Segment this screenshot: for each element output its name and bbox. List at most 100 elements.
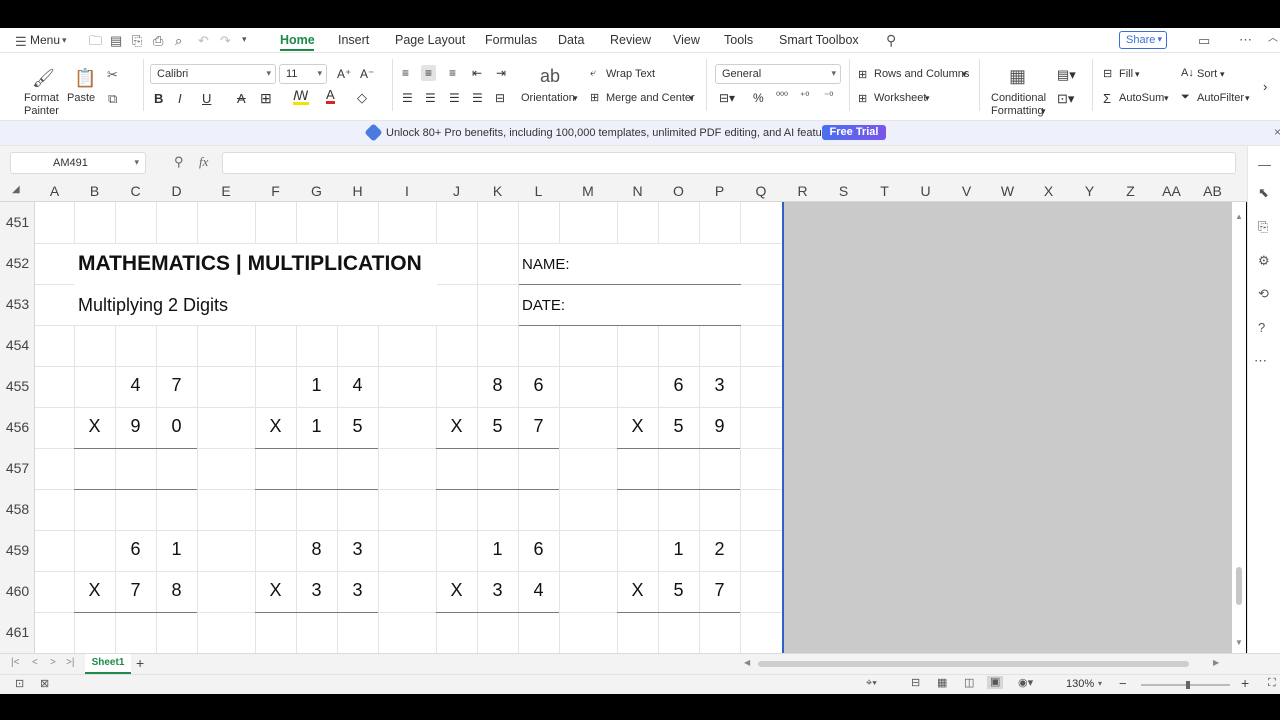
name-box[interactable]: AM491 ▾ bbox=[10, 152, 146, 174]
sort-button[interactable]: Sort bbox=[1197, 68, 1217, 80]
fullscreen-icon[interactable]: ⛶ bbox=[1268, 677, 1276, 690]
fx-icon[interactable]: fx bbox=[199, 154, 208, 170]
tab-tools[interactable]: Tools bbox=[724, 33, 753, 47]
autofilter-button[interactable]: AutoFilter bbox=[1197, 92, 1244, 104]
column-header-h[interactable]: H bbox=[337, 180, 378, 202]
scroll-right-icon[interactable]: ▶ bbox=[1213, 658, 1219, 667]
close-banner-icon[interactable]: × bbox=[1274, 125, 1280, 139]
thousands-icon[interactable]: ⁰⁰⁰ bbox=[776, 91, 788, 102]
tab-review[interactable]: Review bbox=[610, 33, 651, 47]
column-header-y[interactable]: Y bbox=[1069, 180, 1110, 202]
percent-icon[interactable]: % bbox=[753, 91, 764, 105]
cell-style-icon[interactable]: ▤▾ bbox=[1057, 67, 1076, 83]
tab-smart-toolbox[interactable]: Smart Toolbox bbox=[779, 33, 859, 47]
zoom-out-icon[interactable]: − bbox=[1119, 676, 1127, 691]
clear-format-icon[interactable]: ◇ bbox=[357, 90, 367, 106]
column-header-aa[interactable]: AA bbox=[1151, 180, 1192, 202]
bold-icon[interactable]: B bbox=[154, 91, 163, 106]
free-trial-button[interactable]: Free Trial bbox=[822, 125, 886, 140]
distributed-icon[interactable]: ⊟ bbox=[495, 91, 505, 105]
export-icon[interactable]: ⎘ bbox=[1258, 220, 1268, 233]
tab-home[interactable]: Home bbox=[280, 33, 315, 47]
align-middle-icon[interactable]: ≡ bbox=[421, 65, 437, 81]
cursor-mode-icon[interactable]: ⌖▾ bbox=[866, 678, 877, 689]
row-header-453[interactable]: 453 bbox=[0, 284, 35, 325]
column-header-q[interactable]: Q bbox=[740, 180, 782, 202]
borders-icon[interactable]: ⊞ bbox=[260, 90, 272, 107]
page-layout-view-icon[interactable]: ◫ bbox=[964, 678, 974, 689]
rows-columns-button[interactable]: Rows and Columns bbox=[874, 68, 969, 80]
search-icon[interactable]: ⚲ bbox=[886, 33, 896, 47]
column-header-e[interactable]: E bbox=[197, 180, 255, 202]
macro-icon[interactable]: ⊠ bbox=[40, 679, 49, 690]
column-header-x[interactable]: X bbox=[1028, 180, 1069, 202]
column-header-t[interactable]: T bbox=[864, 180, 905, 202]
column-header-ab[interactable]: AB bbox=[1192, 180, 1233, 202]
row-header-451[interactable]: 451 bbox=[0, 202, 35, 243]
column-header-g[interactable]: G bbox=[296, 180, 337, 202]
wrap-text-button[interactable]: Wrap Text bbox=[606, 68, 655, 80]
row-header-461[interactable]: 461 bbox=[0, 612, 35, 653]
column-header-o[interactable]: O bbox=[658, 180, 699, 202]
font-size-select[interactable]: 11 ▾ bbox=[279, 64, 327, 84]
next-sheet-icon[interactable]: > bbox=[50, 657, 56, 668]
column-header-i[interactable]: I bbox=[378, 180, 436, 202]
vertical-scrollbar[interactable]: ▲ ▼ bbox=[1232, 202, 1246, 653]
row-header-456[interactable]: 456 bbox=[0, 407, 35, 448]
fill-color-icon[interactable]: ꟿ bbox=[293, 89, 309, 105]
column-header-m[interactable]: M bbox=[559, 180, 617, 202]
hamburger-icon[interactable]: ☰ bbox=[15, 35, 27, 48]
scroll-up-icon[interactable]: ▲ bbox=[1235, 212, 1243, 221]
number-format-select[interactable]: General ▾ bbox=[715, 64, 841, 84]
column-header-u[interactable]: U bbox=[905, 180, 946, 202]
normal-view-icon[interactable]: ▦ bbox=[937, 678, 947, 689]
scroll-down-icon[interactable]: ▼ bbox=[1235, 638, 1243, 647]
row-header-459[interactable]: 459 bbox=[0, 530, 35, 571]
more-icon[interactable]: ⋯ bbox=[1254, 354, 1267, 367]
tab-page-layout[interactable]: Page Layout bbox=[395, 33, 465, 47]
copy-icon[interactable]: ⧉ bbox=[108, 92, 117, 105]
justify-icon[interactable]: ☰ bbox=[472, 91, 483, 105]
menu-button[interactable]: Menu bbox=[30, 33, 60, 47]
align-bottom-icon[interactable]: ≡ bbox=[449, 66, 456, 80]
add-sheet-icon[interactable]: + bbox=[136, 655, 144, 671]
row-header-455[interactable]: 455 bbox=[0, 366, 35, 407]
help-icon[interactable]: ? bbox=[1258, 321, 1265, 334]
paste-button[interactable]: Paste bbox=[67, 92, 95, 104]
column-header-p[interactable]: P bbox=[699, 180, 740, 202]
align-right-icon[interactable]: ☰ bbox=[449, 91, 460, 105]
page-break-view-icon[interactable]: ▣ bbox=[987, 676, 1004, 689]
print-preview-icon[interactable]: ⌕ bbox=[175, 34, 182, 47]
export-icon[interactable]: ⎘ bbox=[132, 34, 142, 47]
strikethrough-icon[interactable]: A bbox=[237, 91, 246, 106]
zoom-formula-icon[interactable]: ⚲ bbox=[174, 154, 184, 170]
zoom-in-icon[interactable]: + bbox=[1241, 675, 1249, 691]
autosum-button[interactable]: AutoSum bbox=[1119, 92, 1164, 104]
more-icon[interactable]: ⋯ bbox=[1239, 33, 1252, 46]
horizontal-scroll-thumb[interactable] bbox=[758, 661, 1189, 667]
prev-sheet-icon[interactable]: < bbox=[32, 657, 38, 668]
ribbon-scroll-right-icon[interactable]: › bbox=[1263, 79, 1267, 94]
zoom-level[interactable]: 130% bbox=[1066, 678, 1094, 690]
decrease-indent-icon[interactable]: ⇤ bbox=[472, 66, 482, 80]
column-header-v[interactable]: V bbox=[946, 180, 987, 202]
row-header-454[interactable]: 454 bbox=[0, 325, 35, 366]
row-header-458[interactable]: 458 bbox=[0, 489, 35, 530]
column-header-r[interactable]: R bbox=[782, 180, 823, 202]
align-left-icon[interactable]: ☰ bbox=[402, 91, 413, 105]
tab-formulas[interactable]: Formulas bbox=[485, 33, 537, 47]
sheet-tab-sheet1[interactable]: Sheet1 bbox=[85, 654, 131, 674]
table-format-icon[interactable]: ⊡▾ bbox=[1057, 91, 1074, 107]
eye-protection-icon[interactable]: ◉▾ bbox=[1018, 678, 1033, 689]
select-all-corner[interactable]: ◢ bbox=[12, 184, 20, 195]
increase-font-icon[interactable]: A⁺ bbox=[337, 67, 351, 81]
minimize-panel-icon[interactable]: — bbox=[1258, 158, 1271, 171]
column-header-c[interactable]: C bbox=[115, 180, 156, 202]
font-color-icon[interactable]: A bbox=[326, 88, 335, 104]
folder-icon[interactable]: 🗀 bbox=[89, 34, 102, 47]
format-painter-button[interactable]: Format Painter bbox=[24, 92, 59, 118]
column-header-l[interactable]: L bbox=[518, 180, 559, 202]
column-header-n[interactable]: N bbox=[617, 180, 658, 202]
decrease-decimal-icon[interactable]: ⁻⁰ bbox=[824, 91, 833, 102]
page-icon[interactable]: ⊡ bbox=[15, 679, 24, 690]
